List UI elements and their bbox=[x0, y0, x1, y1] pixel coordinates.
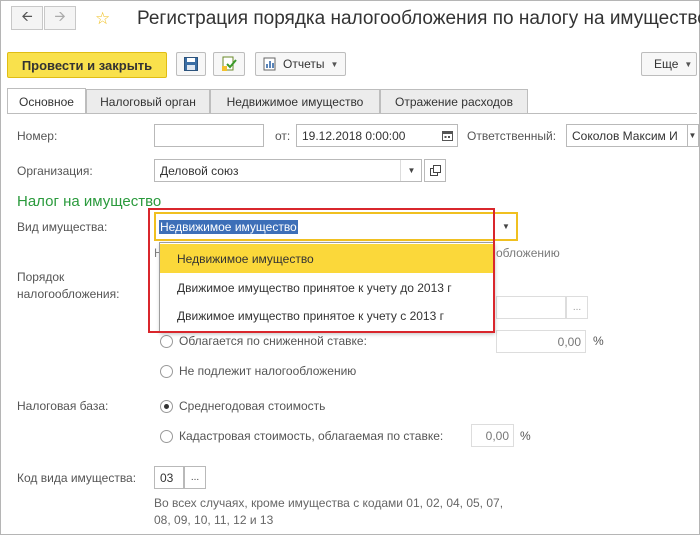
back-button[interactable]: 🡨 bbox=[11, 6, 43, 30]
avg-annual-label: Среднегодовая стоимость bbox=[179, 399, 326, 413]
open-form-icon bbox=[429, 165, 441, 176]
not-taxable-radio[interactable] bbox=[160, 365, 173, 378]
property-type-dropdown-button[interactable]: ▼ bbox=[496, 214, 516, 239]
not-taxable-label: Не подлежит налогообложению bbox=[179, 364, 357, 378]
floppy-disk-icon bbox=[184, 57, 198, 71]
calendar-button[interactable] bbox=[437, 125, 457, 146]
document-post-icon bbox=[222, 56, 237, 71]
date-input[interactable]: 19.12.2018 0:00:00 bbox=[296, 124, 458, 147]
reduced-rate-radio[interactable] bbox=[160, 335, 173, 348]
responsible-label: Ответственный: bbox=[467, 129, 557, 143]
post-and-close-button[interactable]: Провести и закрыть bbox=[7, 52, 167, 78]
property-code-input[interactable]: 03 bbox=[154, 466, 184, 489]
reports-button[interactable]: Отчеты ▼ bbox=[255, 52, 346, 76]
reduced-rate-input: 0,00 bbox=[496, 330, 586, 353]
property-code-hint-line1: Во всех случаях, кроме имущества с кодам… bbox=[154, 496, 504, 510]
taxation-order-label-line2: налогообложения: bbox=[17, 287, 120, 301]
number-label: Номер: bbox=[17, 129, 58, 143]
reduced-rate-percent: % bbox=[593, 334, 604, 348]
rate-field-select-button: ... bbox=[566, 296, 588, 319]
more-button[interactable]: Еще ▼ bbox=[641, 52, 697, 76]
tab-expenses[interactable]: Отражение расходов bbox=[380, 89, 528, 113]
taxation-order-label-line1: Порядок bbox=[17, 270, 65, 284]
property-type-label: Вид имущества: bbox=[17, 220, 108, 234]
cadastral-rate-input: 0,00 bbox=[471, 424, 514, 447]
chevron-down-icon: ▼ bbox=[688, 131, 697, 140]
chevron-down-icon: ▼ bbox=[407, 166, 416, 175]
rate-field-hidden bbox=[496, 296, 566, 319]
responsible-input[interactable]: Соколов Максим И bbox=[566, 124, 688, 147]
property-code-select-button[interactable]: ... bbox=[184, 466, 206, 489]
window-title: Регистрация порядка налогообложения по н… bbox=[137, 8, 700, 29]
property-code-hint-line2: 08, 09, 10, 11, 12 и 13 bbox=[154, 513, 274, 527]
organization-input[interactable]: Деловой союз bbox=[154, 159, 422, 182]
cadastral-percent: % bbox=[520, 429, 531, 443]
tab-real-estate[interactable]: Недвижимое имущество bbox=[210, 89, 380, 113]
arrow-left-icon: 🡨 bbox=[21, 8, 33, 24]
reports-label: Отчеты bbox=[283, 57, 325, 71]
tab-tax-authority[interactable]: Налоговый орган bbox=[86, 89, 210, 113]
tax-base-label: Налоговая база: bbox=[17, 399, 109, 413]
arrow-right-icon: 🡪 bbox=[54, 8, 66, 24]
post-button[interactable] bbox=[213, 52, 245, 76]
number-input[interactable] bbox=[154, 124, 264, 147]
organization-open-button[interactable] bbox=[424, 159, 446, 182]
reduced-rate-label: Облагается по сниженной ставке: bbox=[179, 334, 367, 348]
forward-button[interactable]: 🡪 bbox=[44, 6, 76, 30]
section-title: Налог на имущество bbox=[17, 193, 162, 210]
date-label: от: bbox=[275, 129, 291, 143]
organization-label: Организация: bbox=[17, 164, 93, 178]
chevron-down-icon: ▼ bbox=[684, 59, 693, 69]
tab-main[interactable]: Основное bbox=[7, 88, 86, 114]
annotation-highlight-box bbox=[148, 208, 495, 333]
cadastral-radio[interactable] bbox=[160, 430, 173, 443]
property-code-label: Код вида имущества: bbox=[17, 471, 137, 485]
cadastral-label: Кадастровая стоимость, облагаемая по ста… bbox=[179, 429, 444, 443]
save-button[interactable] bbox=[176, 52, 206, 76]
organization-dropdown-button[interactable]: ▼ bbox=[400, 160, 422, 181]
hidden-hint-end: обложению bbox=[496, 246, 560, 260]
report-icon bbox=[263, 57, 276, 71]
chevron-down-icon: ▼ bbox=[502, 222, 510, 231]
calendar-icon bbox=[441, 131, 453, 141]
star-icon[interactable]: ☆ bbox=[95, 9, 110, 29]
chevron-down-icon: ▼ bbox=[330, 59, 339, 69]
responsible-dropdown-button[interactable]: ▼ bbox=[687, 124, 699, 147]
avg-annual-radio[interactable] bbox=[160, 400, 173, 413]
tab-divider bbox=[7, 113, 697, 114]
more-label: Еще bbox=[654, 57, 679, 71]
